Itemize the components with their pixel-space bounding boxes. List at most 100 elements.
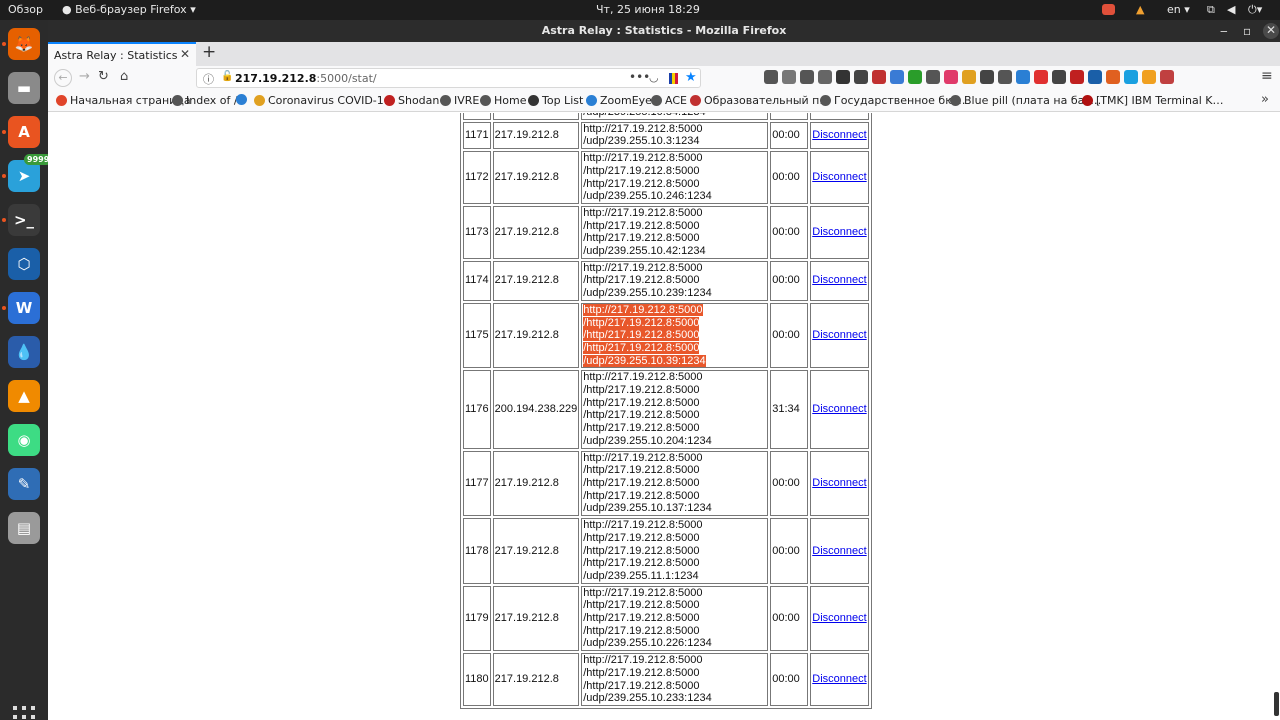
- close-window-icon[interactable]: ✕: [1263, 23, 1279, 39]
- disconnect-link[interactable]: Disconnect: [812, 545, 866, 557]
- extension-icon[interactable]: [1124, 70, 1138, 84]
- hamburger-menu-icon[interactable]: ≡: [1261, 68, 1273, 84]
- scroll-thumb[interactable]: [1274, 692, 1279, 716]
- bookmarks-overflow-icon[interactable]: »: [1261, 92, 1269, 107]
- power-icon[interactable]: ⏻▾: [1248, 3, 1262, 17]
- bookmark-item[interactable]: Shodan: [384, 94, 439, 107]
- extension-icon[interactable]: [1160, 70, 1174, 84]
- extension-icon[interactable]: [926, 70, 940, 84]
- bookmark-item[interactable]: IVRE: [440, 94, 479, 107]
- stream-url: /http/217.19.212.8:5000: [583, 220, 766, 233]
- stream-url-text: /http/217.19.212.8:5000: [583, 679, 700, 692]
- dock-files-icon[interactable]: ▬: [8, 72, 40, 104]
- extension-icon[interactable]: [872, 70, 886, 84]
- flag-icon[interactable]: [669, 73, 678, 84]
- extension-icon[interactable]: [1106, 70, 1120, 84]
- dock-virtualbox-icon[interactable]: ⬡: [8, 248, 40, 280]
- extension-icon[interactable]: [1070, 70, 1084, 84]
- dock-terminal-icon[interactable]: >_: [8, 204, 40, 236]
- disconnect-link[interactable]: Disconnect: [812, 673, 866, 685]
- dock-wps-office-icon[interactable]: W: [8, 292, 40, 324]
- clock[interactable]: Чт, 25 июня 18:29: [596, 3, 700, 16]
- dock-telegram-icon[interactable]: ➤ 9999: [8, 154, 53, 192]
- extension-icon[interactable]: [944, 70, 958, 84]
- insecure-lock-icon[interactable]: 🔓: [221, 71, 233, 82]
- disconnect-link[interactable]: Disconnect: [812, 612, 866, 624]
- screen-record-icon[interactable]: [1102, 4, 1115, 15]
- new-tab-icon[interactable]: +: [202, 42, 216, 62]
- dock-disk-drive-icon[interactable]: ▤: [8, 512, 40, 544]
- info-icon[interactable]: ⓘ: [203, 71, 214, 87]
- extension-icon[interactable]: [782, 70, 796, 84]
- bookmark-item[interactable]: Top List: [528, 94, 583, 107]
- url-bar[interactable]: ⓘ 🔓 217.19.212.8:5000/stat/ ••• ◡ ★: [196, 68, 701, 88]
- disconnect-link[interactable]: Disconnect: [812, 129, 866, 141]
- extension-icon[interactable]: [908, 70, 922, 84]
- bookmark-item[interactable]: Начальная страница: [56, 94, 191, 107]
- extension-icon[interactable]: [1088, 70, 1102, 84]
- dock-vlc-icon[interactable]: ▲: [8, 380, 40, 412]
- disconnect-link[interactable]: Disconnect: [812, 329, 866, 341]
- page-actions-icon[interactable]: •••: [629, 70, 650, 84]
- extension-icon[interactable]: [998, 70, 1012, 84]
- dock-text-editor-icon[interactable]: ✎: [8, 468, 40, 500]
- disconnect-link[interactable]: Disconnect: [812, 226, 866, 238]
- session-time: 00:00: [770, 205, 809, 259]
- extension-icon[interactable]: [980, 70, 994, 84]
- activities-button[interactable]: Обзор: [8, 3, 43, 16]
- bookmark-item[interactable]: Образовательный п…: [690, 94, 830, 107]
- forward-icon[interactable]: →: [79, 69, 90, 84]
- bookmark-item[interactable]: Государственное бю…: [820, 94, 965, 107]
- bookmark-item[interactable]: ZoomEye: [586, 94, 652, 107]
- extension-icon[interactable]: [764, 70, 778, 84]
- dock-android-studio-icon[interactable]: ◉: [8, 424, 40, 456]
- warning-icon[interactable]: ▲: [1136, 3, 1144, 16]
- extension-icon[interactable]: [1142, 70, 1156, 84]
- volume-icon[interactable]: ◀: [1227, 3, 1235, 16]
- network-icon[interactable]: ⧉: [1207, 3, 1215, 17]
- disconnect-link[interactable]: Disconnect: [812, 477, 866, 489]
- bookmark-item[interactable]: [TMK] IBM Terminal K…: [1082, 94, 1223, 107]
- bookmark-star-icon[interactable]: ★: [685, 70, 697, 85]
- minimize-icon[interactable]: ‒: [1220, 20, 1228, 42]
- bookmark-item[interactable]: ACE: [651, 94, 687, 107]
- bookmark-item[interactable]: Index of /: [172, 94, 238, 107]
- disconnect-link[interactable]: Disconnect: [812, 171, 866, 183]
- app-menu[interactable]: ● Веб-браузер Firefox ▾: [62, 3, 196, 16]
- disconnect-link[interactable]: Disconnect: [812, 274, 866, 286]
- dock-firefox-icon[interactable]: 🦊: [8, 28, 40, 60]
- extension-icon[interactable]: [890, 70, 904, 84]
- bookmark-item[interactable]: Blue pill (плата на баз…: [950, 94, 1101, 107]
- bookmark-item[interactable]: [236, 94, 247, 105]
- url-host: 217.19.212.8: [235, 72, 317, 85]
- home-icon[interactable]: ⌂: [120, 69, 128, 84]
- dock-app-center-icon[interactable]: A: [8, 116, 40, 148]
- extension-icon[interactable]: [1034, 70, 1048, 84]
- dock-deluge-icon[interactable]: 💧: [8, 336, 40, 368]
- extension-icon[interactable]: [1052, 70, 1066, 84]
- back-icon[interactable]: ←: [54, 69, 72, 87]
- show-applications-icon[interactable]: [13, 706, 35, 720]
- extension-icon[interactable]: [818, 70, 832, 84]
- close-tab-icon[interactable]: ✕: [180, 47, 190, 61]
- reload-icon[interactable]: ↻: [98, 69, 109, 84]
- table-row: 1174 217.19.212.8 http://217.19.212.8:5000…: [463, 260, 869, 301]
- extension-icon[interactable]: [854, 70, 868, 84]
- stream-url: /http/217.19.212.8:5000: [583, 329, 766, 342]
- url-text[interactable]: 217.19.212.8:5000/stat/: [235, 72, 377, 85]
- extension-icon[interactable]: [1016, 70, 1030, 84]
- extension-icon[interactable]: [800, 70, 814, 84]
- stream-url-text: /udp/239.255.10.3:1234: [583, 135, 700, 148]
- disconnect-link[interactable]: Disconnect: [812, 403, 866, 415]
- bookmark-item[interactable]: Home: [480, 94, 526, 107]
- tab-active[interactable]: Astra Relay : Statistics ✕: [48, 42, 196, 66]
- bookmark-item[interactable]: Coronavirus COVID-1…: [254, 94, 395, 107]
- extension-icon[interactable]: [962, 70, 976, 84]
- pocket-icon[interactable]: ◡: [649, 71, 659, 84]
- table-row: 1179 217.19.212.8 http://217.19.212.8:5000…: [463, 585, 869, 652]
- table-row: 1180 217.19.212.8 http://217.19.212.8:5000…: [463, 653, 869, 706]
- maximize-icon[interactable]: ▫: [1243, 20, 1251, 42]
- extension-icon[interactable]: [836, 70, 850, 84]
- scrollbar[interactable]: [1272, 113, 1280, 720]
- keyboard-layout-indicator[interactable]: en ▾: [1167, 3, 1190, 16]
